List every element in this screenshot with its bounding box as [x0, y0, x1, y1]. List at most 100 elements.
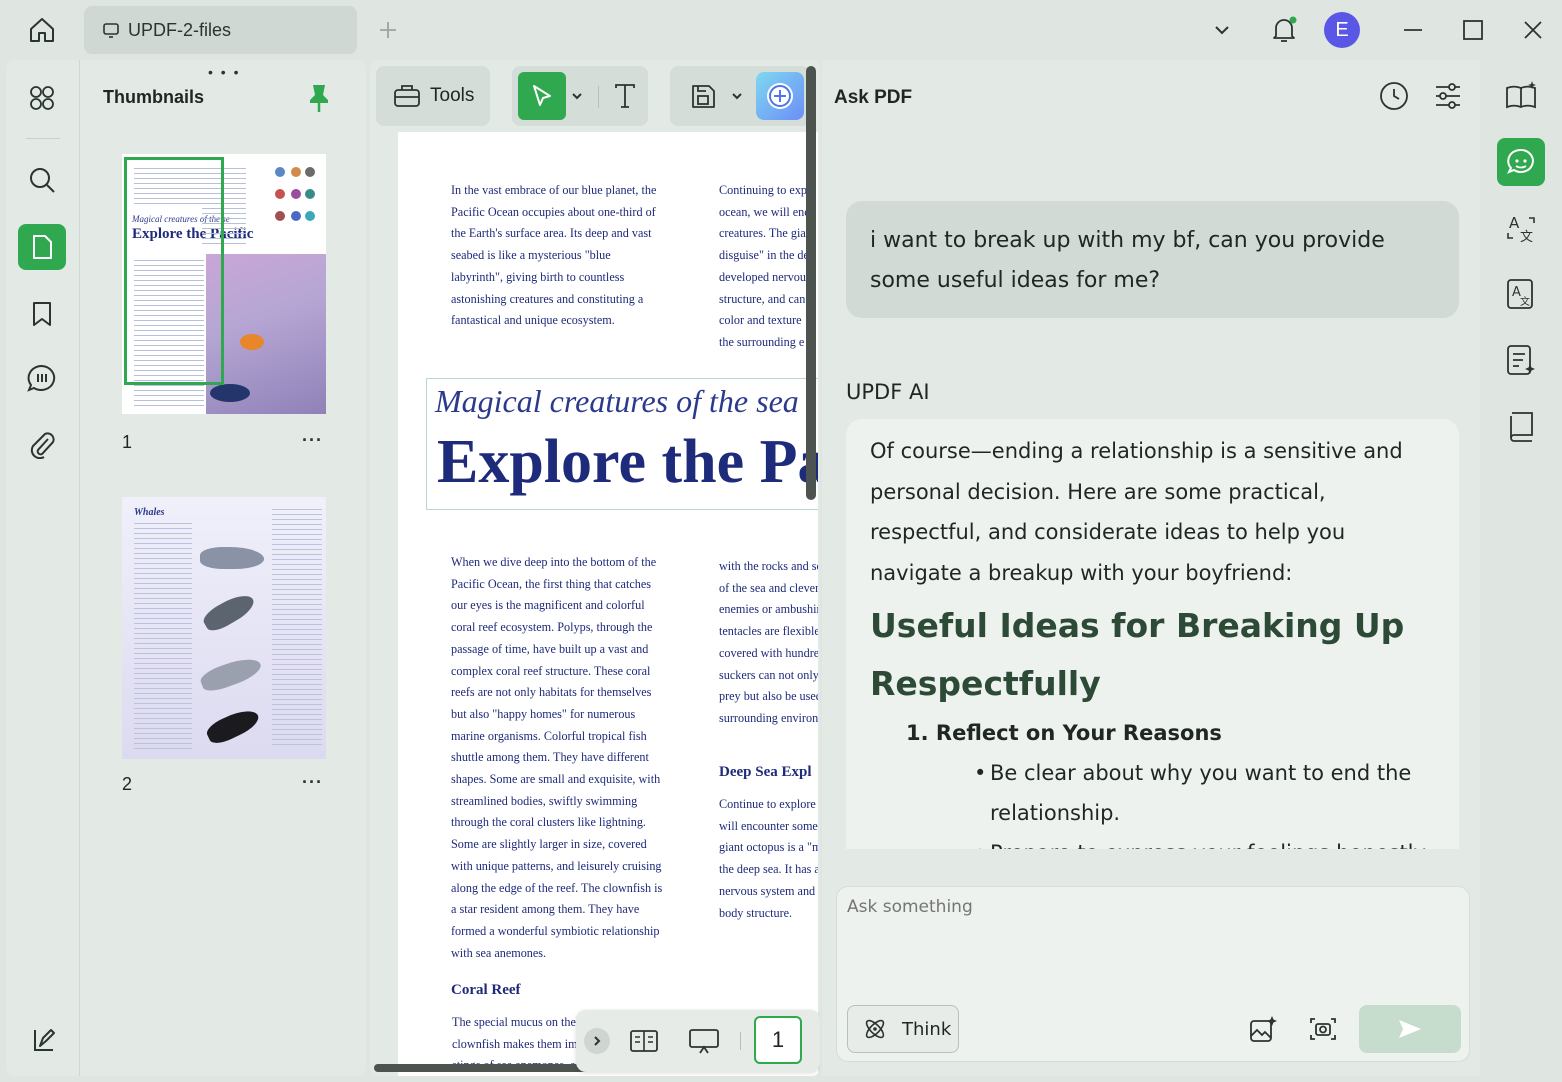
tab-label: UPDF-2-files	[128, 19, 232, 40]
comment-icon[interactable]	[22, 358, 62, 398]
fish-image	[210, 384, 250, 402]
screenshot-camera-icon[interactable]	[1305, 1011, 1341, 1047]
save-tool-group	[670, 66, 810, 126]
clownfish-image	[240, 334, 264, 350]
ai-intro: Of course—ending a relationship is a sen…	[870, 439, 1403, 585]
drag-handle[interactable]: • • •	[208, 64, 240, 80]
minimize-icon[interactable]	[1398, 16, 1428, 44]
ask-input-box: Think	[836, 886, 1470, 1062]
presentation-icon[interactable]	[686, 1026, 722, 1056]
thumbnails-title: Thumbnails	[103, 87, 205, 107]
article-subtitle: Magical creatures of the sea	[435, 383, 799, 419]
page-thumbnail-1[interactable]: Magical creatures of the se Explore the …	[122, 154, 326, 414]
divider	[26, 138, 60, 139]
pdf-page: In the vast embrace of our blue planet, …	[398, 132, 818, 1076]
think-button[interactable]: Think	[847, 1005, 959, 1053]
page-number-1: 1	[122, 432, 133, 452]
orca-image	[203, 704, 263, 748]
divider	[740, 1032, 741, 1050]
paragraph-col2-body2: Continue to explore t will encounter some…	[719, 797, 818, 920]
page-nav-toolbar: 1	[576, 1010, 820, 1072]
left-icon-bar	[6, 60, 80, 1076]
ai-chat-icon[interactable]	[1497, 138, 1545, 186]
save-icon[interactable]	[686, 80, 720, 112]
select-chevron-icon[interactable]	[568, 84, 586, 108]
ai-label: UPDF AI	[846, 380, 930, 404]
notification-bell-icon[interactable]	[1266, 12, 1302, 48]
ai-heading: Useful Ideas for Breaking Up Respectfull…	[870, 606, 1405, 703]
history-clock-icon[interactable]	[1376, 78, 1412, 114]
svg-text:文: 文	[1520, 230, 1533, 244]
article-title: Explore the Pacific	[437, 428, 818, 496]
user-message-text: i want to break up with my bf, can you p…	[870, 228, 1385, 293]
tools-label: Tools	[430, 85, 475, 106]
edit-sidebar-icon[interactable]	[24, 1020, 64, 1060]
send-button[interactable]	[1359, 1005, 1461, 1053]
close-window-icon[interactable]	[1518, 16, 1548, 44]
paragraph-col1-body: When we dive deep into the bottom of the…	[451, 555, 663, 960]
coral-reef-heading: Coral Reef	[451, 982, 521, 998]
text-lines	[272, 509, 322, 749]
summarize-icon[interactable]	[1500, 340, 1542, 380]
document-tab[interactable]: UPDF-2-files	[84, 6, 357, 54]
bookmark-icon[interactable]	[22, 294, 62, 334]
ask-pdf-panel: Ask PDF i want to break up with my bf, c…	[822, 60, 1480, 1076]
ocr-icon[interactable]: A文	[1500, 274, 1542, 314]
page-layout-icon[interactable]	[626, 1026, 662, 1056]
paragraph-col2-top: Continuing to exp ocean, we will enc creat…	[719, 183, 810, 349]
svg-text:文: 文	[1520, 295, 1530, 308]
select-cursor-icon[interactable]	[518, 72, 566, 120]
page-1-more-icon[interactable]: ···	[302, 430, 323, 451]
apps-grid-icon[interactable]	[22, 78, 62, 118]
reader-sparkle-icon[interactable]	[1500, 76, 1542, 116]
page-2-more-icon[interactable]: ···	[302, 772, 323, 793]
ask-pdf-title: Ask PDF	[834, 87, 913, 108]
translate-icon[interactable]: A文	[1500, 208, 1542, 248]
title-bar: UPDF-2-files E	[0, 0, 1562, 60]
ai-assistant-icon[interactable]	[756, 72, 804, 120]
vertical-scrollbar[interactable]	[806, 66, 816, 500]
search-icon[interactable]	[22, 160, 62, 200]
whale-image	[200, 588, 258, 636]
chevron-right-icon[interactable]	[584, 1028, 610, 1054]
monitor-icon	[102, 21, 120, 39]
paragraph-col2-body: with the rocks and se of the sea and clev…	[719, 559, 818, 725]
specimens-image	[272, 164, 318, 244]
atom-icon	[862, 1016, 888, 1042]
image-ai-icon[interactable]	[1245, 1011, 1281, 1047]
toolbox-icon	[392, 81, 422, 111]
select-tool-group	[512, 66, 648, 126]
chevron-down-icon[interactable]	[1208, 16, 1236, 44]
user-avatar[interactable]: E	[1324, 12, 1360, 48]
title-box: Magical creatures of the sea Explore the…	[426, 378, 818, 510]
whale-image	[200, 547, 264, 569]
text-tool-icon[interactable]	[608, 78, 642, 114]
ask-input[interactable]	[847, 897, 1457, 997]
ai-response-bubble: Of course—ending a relationship is a sen…	[846, 419, 1459, 849]
viewport-indicator[interactable]	[124, 157, 224, 385]
attachment-icon[interactable]	[22, 424, 62, 464]
whale-image	[198, 653, 264, 695]
save-chevron-icon[interactable]	[728, 84, 746, 108]
text-lines	[134, 523, 192, 753]
pin-icon[interactable]	[304, 82, 334, 114]
page-number-input[interactable]: 1	[754, 1016, 802, 1064]
thumbnails-page-icon[interactable]	[18, 224, 66, 270]
maximize-icon[interactable]	[1458, 16, 1488, 44]
think-label: Think	[902, 1018, 952, 1040]
tools-button[interactable]: Tools	[376, 66, 490, 126]
settings-sliders-icon[interactable]	[1430, 78, 1466, 114]
page-number-2: 2	[122, 774, 133, 794]
deep-sea-heading: Deep Sea Expl	[719, 764, 812, 780]
book-icon[interactable]	[1500, 406, 1542, 446]
ai-bullet: Prepare to express your feelings honestl…	[974, 833, 1435, 849]
page-thumbnail-2[interactable]: Whales	[122, 497, 326, 759]
new-tab-plus-icon[interactable]	[374, 16, 402, 44]
home-icon[interactable]	[22, 12, 62, 48]
right-icon-bar: A文 A文	[1480, 60, 1562, 1076]
horizontal-scrollbar[interactable]	[374, 1064, 590, 1072]
user-message-bubble: i want to break up with my bf, can you p…	[846, 201, 1459, 318]
document-area: Tools In the vast embrace of our blue pl…	[370, 60, 820, 1076]
paragraph-col1-top: In the vast embrace of our blue planet, …	[451, 183, 657, 328]
divider	[598, 86, 599, 108]
